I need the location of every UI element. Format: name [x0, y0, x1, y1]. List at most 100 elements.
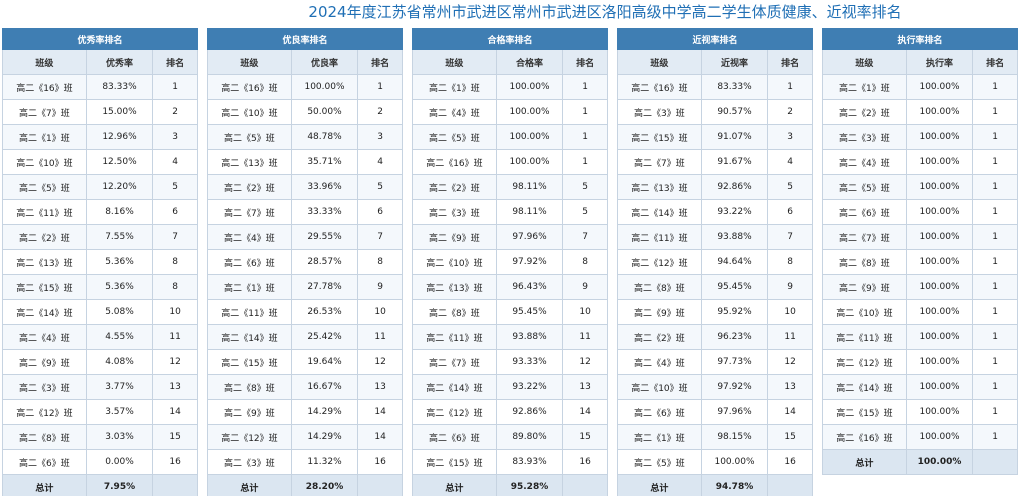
rank-cell: 5: [562, 199, 608, 225]
table-row: 高二《7》班 33.33% 6: [207, 199, 403, 225]
rank-cell: 6: [152, 199, 198, 225]
total-row: 总计 7.95%: [2, 474, 198, 496]
table-row: 高二《16》班 83.33% 1: [2, 74, 198, 100]
class-name-cell: 高二《11》班: [822, 324, 907, 350]
rank-cell: 1: [972, 399, 1018, 425]
rank-cell: 8: [152, 274, 198, 300]
rate-cell: 98.15%: [700, 424, 769, 450]
class-name-cell: 高二《3》班: [822, 124, 907, 150]
rank-cell: 1: [972, 124, 1018, 150]
table-row: 高二《9》班 4.08% 12: [2, 349, 198, 375]
column-header[interactable]: 合格率: [495, 49, 564, 75]
table-row: 高二《1》班 100.00% 1: [412, 74, 608, 100]
class-name-cell: 高二《12》班: [2, 399, 87, 425]
class-name-cell: 高二《6》班: [2, 449, 87, 475]
class-name-cell: 高二《1》班: [207, 274, 292, 300]
table-row: 高二《2》班 100.00% 1: [822, 99, 1018, 125]
table-row: 高二《7》班 100.00% 1: [822, 224, 1018, 250]
class-name-cell: 高二《16》班: [822, 424, 907, 450]
rank-cell: 15: [767, 424, 813, 450]
rate-cell: 100.00%: [905, 374, 974, 400]
rank-cell: 1: [972, 349, 1018, 375]
rate-cell: 100.00%: [495, 149, 564, 175]
class-name-cell: 高二《13》班: [617, 174, 702, 200]
rate-cell: 89.80%: [495, 424, 564, 450]
table-row: 高二《8》班 95.45% 10: [412, 299, 608, 325]
rank-cell: 15: [562, 424, 608, 450]
rank-cell: 1: [562, 99, 608, 125]
table-row: 高二《9》班 97.96% 7: [412, 224, 608, 250]
rank-cell: 15: [152, 424, 198, 450]
rate-cell: 3.57%: [85, 399, 154, 425]
column-header[interactable]: 班级: [207, 49, 292, 75]
class-name-cell: 高二《13》班: [412, 274, 497, 300]
rank-cell: 1: [972, 374, 1018, 400]
class-name-cell: 高二《7》班: [207, 199, 292, 225]
table-row: 高二《11》班 8.16% 6: [2, 199, 198, 225]
rate-cell: 4.55%: [85, 324, 154, 350]
table-row: 高二《6》班 89.80% 15: [412, 424, 608, 450]
class-name-cell: 高二《2》班: [207, 174, 292, 200]
table-row: 高二《4》班 4.55% 11: [2, 324, 198, 350]
column-header[interactable]: 优秀率: [85, 49, 154, 75]
column-header[interactable]: 排名: [562, 49, 608, 75]
table-row: 高二《5》班 100.00% 1: [822, 174, 1018, 200]
table-row: 高二《1》班 98.15% 15: [617, 424, 813, 450]
table-title: 执行率排名: [822, 28, 1018, 50]
total-rate: 94.78%: [700, 474, 769, 496]
table-row: 高二《9》班 14.29% 14: [207, 399, 403, 425]
table-row: 高二《4》班 97.73% 12: [617, 349, 813, 375]
column-header[interactable]: 班级: [412, 49, 497, 75]
table-row: 高二《3》班 90.57% 2: [617, 99, 813, 125]
rank-cell: 1: [972, 324, 1018, 350]
total-row: 总计 100.00%: [822, 449, 1018, 475]
rate-cell: 100.00%: [905, 224, 974, 250]
class-name-cell: 高二《16》班: [207, 74, 292, 100]
table-row: 高二《11》班 100.00% 1: [822, 324, 1018, 350]
table-row: 高二《2》班 7.55% 7: [2, 224, 198, 250]
class-name-cell: 高二《16》班: [617, 74, 702, 100]
rank-cell: 14: [562, 399, 608, 425]
rank-cell: 3: [152, 124, 198, 150]
column-header[interactable]: 排名: [767, 49, 813, 75]
column-header[interactable]: 排名: [152, 49, 198, 75]
rate-cell: 100.00%: [905, 349, 974, 375]
column-header[interactable]: 班级: [2, 49, 87, 75]
class-name-cell: 高二《9》班: [617, 299, 702, 325]
ranking-table-5: 执行率排名 班级 执行率 排名 高二《1》班 100.00% 1 高二《2》班 100.00% 1…: [822, 28, 1018, 496]
table-row: 高二《6》班 100.00% 1: [822, 199, 1018, 225]
column-header[interactable]: 班级: [617, 49, 702, 75]
rate-cell: 90.57%: [700, 99, 769, 125]
column-header[interactable]: 执行率: [905, 49, 974, 75]
rate-cell: 35.71%: [290, 149, 359, 175]
rank-cell: 6: [357, 199, 403, 225]
rank-cell: 5: [357, 174, 403, 200]
class-name-cell: 高二《4》班: [2, 324, 87, 350]
rate-cell: 5.36%: [85, 274, 154, 300]
column-header[interactable]: 班级: [822, 49, 907, 75]
rank-cell: 2: [767, 99, 813, 125]
table-row: 高二《5》班 12.20% 5: [2, 174, 198, 200]
rate-cell: 7.55%: [85, 224, 154, 250]
rank-cell: 5: [152, 174, 198, 200]
column-header[interactable]: 优良率: [290, 49, 359, 75]
class-name-cell: 高二《15》班: [822, 399, 907, 425]
column-header[interactable]: 近视率: [700, 49, 769, 75]
table-row: 高二《6》班 97.96% 14: [617, 399, 813, 425]
class-name-cell: 高二《3》班: [2, 374, 87, 400]
rate-cell: 4.08%: [85, 349, 154, 375]
table-row: 高二《16》班 83.33% 1: [617, 74, 813, 100]
rate-cell: 97.92%: [700, 374, 769, 400]
table-row: 高二《12》班 100.00% 1: [822, 349, 1018, 375]
class-name-cell: 高二《5》班: [617, 449, 702, 475]
column-header[interactable]: 排名: [357, 49, 403, 75]
rate-cell: 100.00%: [905, 149, 974, 175]
total-row: 总计 28.20%: [207, 474, 403, 496]
class-name-cell: 高二《14》班: [412, 374, 497, 400]
class-name-cell: 高二《5》班: [822, 174, 907, 200]
rate-cell: 100.00%: [905, 99, 974, 125]
table-row: 高二《4》班 29.55% 7: [207, 224, 403, 250]
table-row: 高二《4》班 100.00% 1: [822, 149, 1018, 175]
column-header[interactable]: 排名: [972, 49, 1018, 75]
table-row: 高二《15》班 19.64% 12: [207, 349, 403, 375]
